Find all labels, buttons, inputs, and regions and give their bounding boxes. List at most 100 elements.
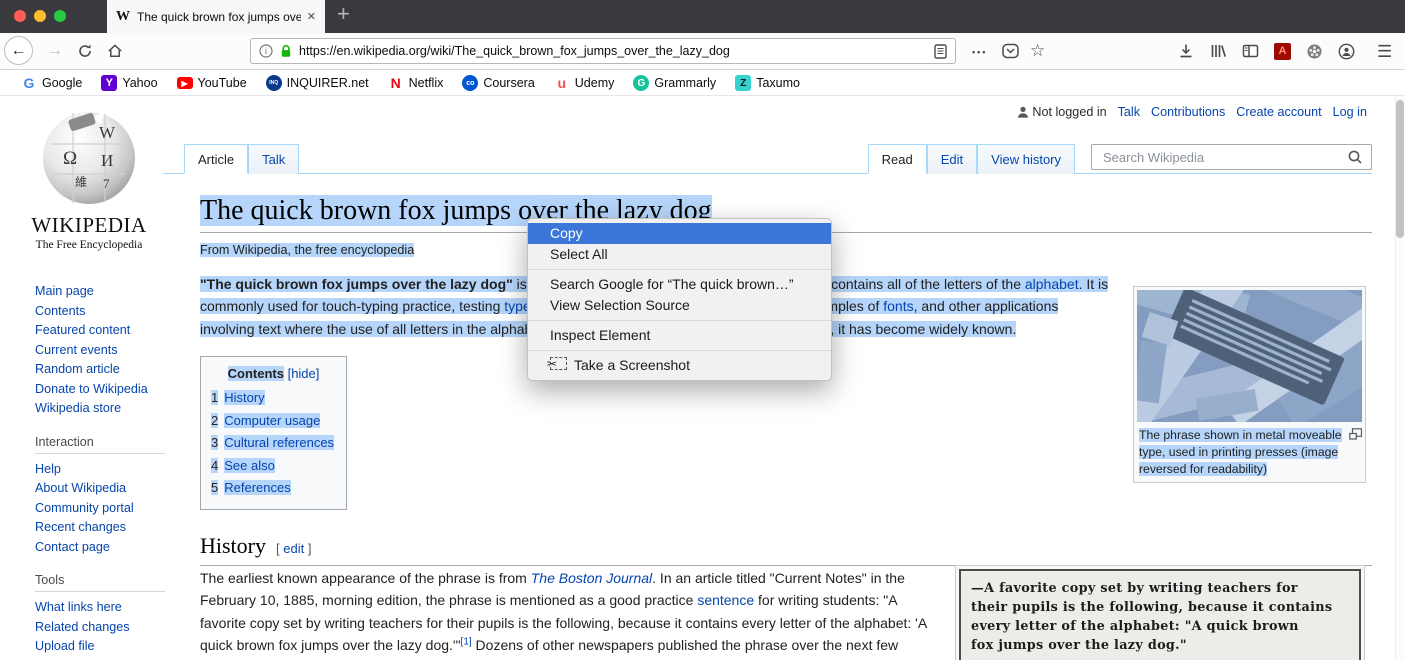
minimize-window-button[interactable] bbox=[34, 10, 46, 22]
bookmark-google[interactable]: GGoogle bbox=[21, 75, 82, 91]
zoom-window-button[interactable] bbox=[54, 10, 66, 22]
https-lock-icon[interactable] bbox=[280, 44, 292, 58]
edit-section-link[interactable]: edit bbox=[283, 541, 304, 556]
menu-hamburger-icon[interactable]: ☰ bbox=[1377, 42, 1392, 62]
metal-type-image[interactable] bbox=[1137, 290, 1362, 422]
reload-icon[interactable] bbox=[77, 43, 93, 59]
tab-view-history[interactable]: View history bbox=[977, 144, 1075, 174]
sidebar-item-store[interactable]: Wikipedia store bbox=[35, 399, 180, 419]
tab-read[interactable]: Read bbox=[868, 144, 927, 174]
search-input[interactable] bbox=[1101, 149, 1348, 166]
menu-item-inspect-element[interactable]: Inspect Element bbox=[528, 325, 831, 346]
toc-link-history[interactable]: History bbox=[224, 390, 264, 405]
sidebar-item-contact[interactable]: Contact page bbox=[35, 538, 180, 558]
downloads-icon[interactable] bbox=[1178, 43, 1194, 59]
url-bar[interactable]: i https://en.wikipedia.org/wiki/The_quic… bbox=[250, 38, 956, 64]
history-heading: History bbox=[200, 533, 266, 558]
bookmark-netflix[interactable]: NNetflix bbox=[388, 75, 444, 91]
sidebar-item-upload-file[interactable]: Upload file bbox=[35, 637, 180, 657]
toc-item-cultural-references: 3Cultural references bbox=[211, 432, 336, 455]
acrobat-extension-icon[interactable]: A bbox=[1274, 43, 1291, 60]
url-text[interactable]: https://en.wikipedia.org/wiki/The_quick_… bbox=[299, 44, 730, 58]
personal-contributions-link[interactable]: Contributions bbox=[1151, 105, 1225, 119]
bookmark-star-icon[interactable]: ☆ bbox=[1030, 41, 1045, 61]
pocket-icon[interactable] bbox=[1002, 43, 1019, 59]
toc-link-computer-usage[interactable]: Computer usage bbox=[224, 413, 320, 428]
search-icon[interactable] bbox=[1348, 150, 1362, 164]
tab-edit[interactable]: Edit bbox=[927, 144, 977, 174]
sidebar-item-random-article[interactable]: Random article bbox=[35, 360, 180, 380]
page-info-icon[interactable]: i bbox=[259, 44, 273, 58]
extension-icon[interactable] bbox=[1306, 43, 1323, 60]
library-icon[interactable] bbox=[1210, 43, 1227, 59]
personal-bar: Not logged in Talk Contributions Create … bbox=[1017, 105, 1367, 119]
sidebar-item-about[interactable]: About Wikipedia bbox=[35, 479, 180, 499]
sidebar-item-what-links-here[interactable]: What links here bbox=[35, 598, 180, 618]
wikipedia-search-box[interactable] bbox=[1091, 144, 1372, 170]
toc-link-cultural-references[interactable]: Cultural references bbox=[224, 435, 334, 450]
wikipedia-page: Not logged in Talk Contributions Create … bbox=[0, 96, 1405, 660]
sentence-link[interactable]: sentence bbox=[697, 592, 754, 608]
sidebar-item-donate[interactable]: Donate to Wikipedia bbox=[35, 380, 180, 400]
tab-article[interactable]: Article bbox=[184, 144, 248, 174]
personal-log-in-link[interactable]: Log in bbox=[1333, 105, 1367, 119]
sidebar-item-help[interactable]: Help bbox=[35, 460, 180, 480]
sidebar-item-community-portal[interactable]: Community portal bbox=[35, 499, 180, 519]
toc-link-see-also[interactable]: See also bbox=[224, 458, 275, 473]
sidebar-item-related-changes[interactable]: Related changes bbox=[35, 618, 180, 638]
home-icon[interactable] bbox=[107, 43, 123, 59]
account-icon[interactable] bbox=[1338, 43, 1355, 60]
tab-close-icon[interactable]: ✕ bbox=[307, 10, 316, 23]
menu-item-select-all[interactable]: Select All bbox=[528, 244, 831, 265]
grammarly-favicon: G bbox=[633, 75, 649, 91]
menu-item-view-selection-source[interactable]: View Selection Source bbox=[528, 295, 831, 316]
toc-link-references[interactable]: References bbox=[224, 480, 290, 495]
enlarge-icon[interactable] bbox=[1349, 428, 1362, 440]
toc-hide-link[interactable]: [hide] bbox=[288, 366, 320, 381]
sidebar-item-main-page[interactable]: Main page bbox=[35, 282, 180, 302]
sidebar-toggle-icon[interactable] bbox=[1242, 43, 1259, 59]
menu-item-copy[interactable]: Copy bbox=[528, 223, 831, 244]
new-tab-button[interactable]: + bbox=[337, 1, 350, 27]
wikipedia-logo[interactable]: W Ω И 維 7 WIKIPEDIA The Free Encyclopedi… bbox=[22, 106, 156, 251]
browser-toolbar: ← → i https://en.wikipedia.org/wiki/The_… bbox=[0, 33, 1405, 70]
close-window-button[interactable] bbox=[14, 10, 26, 22]
forward-button[interactable]: → bbox=[47, 42, 63, 60]
bookmark-udemy[interactable]: uUdemy bbox=[554, 75, 615, 91]
page-scrollbar[interactable] bbox=[1395, 96, 1405, 660]
alphabet-link[interactable]: alphabet bbox=[1025, 276, 1079, 292]
back-button[interactable]: ← bbox=[4, 36, 33, 65]
sidebar: Main page Contents Featured content Curr… bbox=[35, 282, 180, 660]
wikipedia-globe-icon: W Ω И 維 7 bbox=[39, 106, 139, 206]
netflix-favicon: N bbox=[388, 75, 404, 91]
reader-mode-icon[interactable] bbox=[934, 44, 947, 59]
sidebar-item-current-events[interactable]: Current events bbox=[35, 341, 180, 361]
boston-journal-link[interactable]: The Boston Journal bbox=[531, 570, 652, 586]
menu-item-search-google[interactable]: Search Google for “The quick brown…” bbox=[528, 274, 831, 295]
browser-tab[interactable]: W The quick brown fox jumps over ✕ bbox=[107, 0, 325, 33]
tab-talk[interactable]: Talk bbox=[248, 144, 299, 174]
newspaper-clipping-thumbnail[interactable]: —A favorite copy set by writing teachers… bbox=[955, 565, 1365, 660]
personal-talk-link[interactable]: Talk bbox=[1118, 105, 1140, 119]
ref-1-link[interactable]: [1] bbox=[461, 637, 472, 648]
scrollbar-thumb[interactable] bbox=[1396, 100, 1404, 238]
page-actions-icon[interactable]: ••• bbox=[972, 47, 987, 57]
history-paragraph: The earliest known appearance of the phr… bbox=[200, 567, 927, 660]
bookmark-grammarly[interactable]: GGrammarly bbox=[633, 75, 716, 91]
toc-item-history: 1History bbox=[211, 387, 336, 410]
svg-text:И: И bbox=[101, 151, 113, 170]
sidebar-item-recent-changes[interactable]: Recent changes bbox=[35, 518, 180, 538]
menu-item-take-screenshot[interactable]: ✂Take a Screenshot bbox=[528, 355, 831, 376]
bookmark-youtube[interactable]: ▶YouTube bbox=[177, 76, 247, 90]
bookmark-inquirer[interactable]: INQINQUIRER.net bbox=[266, 75, 369, 91]
fonts-link[interactable]: fonts bbox=[883, 298, 913, 314]
bookmark-coursera[interactable]: coCoursera bbox=[462, 75, 534, 91]
sidebar-item-special-pages[interactable]: Special pages bbox=[35, 657, 180, 660]
personal-create-account-link[interactable]: Create account bbox=[1236, 105, 1321, 119]
clipping-line-1: —A favorite copy set by writing teachers… bbox=[971, 579, 1349, 598]
clipping-line-2: their pupils is the following, because i… bbox=[971, 598, 1349, 617]
bookmark-yahoo[interactable]: YYahoo bbox=[101, 75, 157, 91]
sidebar-item-featured-content[interactable]: Featured content bbox=[35, 321, 180, 341]
bookmark-taxumo[interactable]: ZTaxumo bbox=[735, 75, 800, 91]
sidebar-item-contents[interactable]: Contents bbox=[35, 302, 180, 322]
